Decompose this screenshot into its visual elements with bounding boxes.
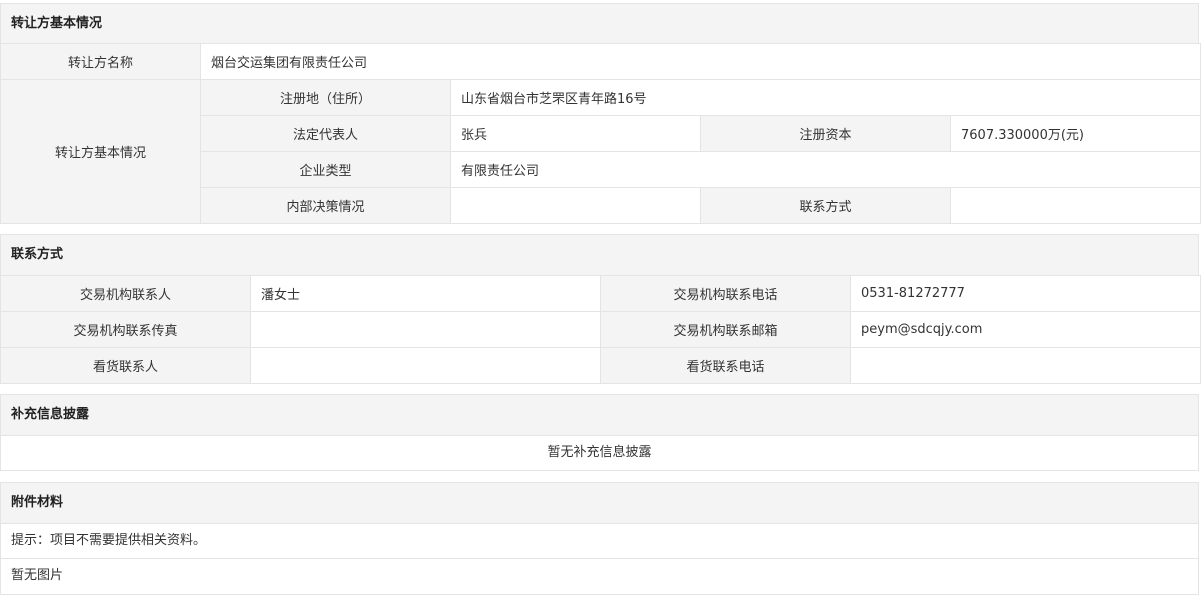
decision-label: 内部决策情况 bbox=[200, 187, 451, 224]
contact-method-label: 联系方式 bbox=[700, 187, 951, 224]
company-type-label: 企业类型 bbox=[200, 151, 451, 188]
transferor-name-value: 烟台交运集团有限责任公司 bbox=[199, 43, 1201, 80]
legal-rep-label: 法定代表人 bbox=[200, 115, 451, 152]
supplement-section-title: 补充信息披露 bbox=[0, 394, 1199, 436]
agency-phone-label: 交易机构联系电话 bbox=[600, 275, 851, 312]
agency-phone-value: 0531-81272777 bbox=[850, 275, 1201, 312]
agency-fax-value bbox=[250, 311, 601, 348]
attachments-section-title: 附件材料 bbox=[0, 482, 1199, 524]
agency-contact-value: 潘女士 bbox=[250, 275, 601, 312]
reg-address-value: 山东省烟台市芝罘区青年路16号 bbox=[449, 79, 1201, 116]
agency-contact-label: 交易机构联系人 bbox=[0, 275, 251, 312]
reg-capital-label: 注册资本 bbox=[700, 115, 951, 152]
transferor-table: 转让方名称 烟台交运集团有限责任公司 转让方基本情况 注册地（住所） 山东省烟台… bbox=[0, 43, 1201, 224]
viewing-contact-value bbox=[250, 347, 601, 384]
attachments-hint: 提示：项目不需要提供相关资料。 bbox=[0, 523, 1199, 559]
agency-fax-label: 交易机构联系传真 bbox=[0, 311, 251, 348]
transferor-section-title: 转让方基本情况 bbox=[0, 3, 1199, 44]
reg-address-label: 注册地（住所） bbox=[200, 79, 451, 116]
legal-rep-value: 张兵 bbox=[450, 115, 701, 152]
transferor-basic-label: 转让方基本情况 bbox=[0, 79, 201, 224]
agency-email-value: peym@sdcqjy.com bbox=[850, 311, 1201, 348]
agency-email-label: 交易机构联系邮箱 bbox=[600, 311, 851, 348]
viewing-phone-value bbox=[850, 347, 1201, 384]
decision-value bbox=[450, 187, 701, 224]
reg-capital-value: 7607.330000万(元) bbox=[949, 115, 1201, 152]
viewing-contact-label: 看货联系人 bbox=[0, 347, 251, 384]
supplement-empty-text: 暂无补充信息披露 bbox=[0, 435, 1199, 471]
viewing-phone-label: 看货联系电话 bbox=[600, 347, 851, 384]
transferor-name-label: 转让方名称 bbox=[0, 43, 201, 80]
attachments-no-images: 暂无图片 bbox=[0, 558, 1199, 595]
company-type-value: 有限责任公司 bbox=[449, 151, 1201, 188]
contact-table: 交易机构联系人 潘女士 交易机构联系电话 0531-81272777 交易机构联… bbox=[0, 275, 1201, 384]
contact-section-title: 联系方式 bbox=[0, 234, 1199, 276]
contact-method-value bbox=[949, 187, 1201, 224]
